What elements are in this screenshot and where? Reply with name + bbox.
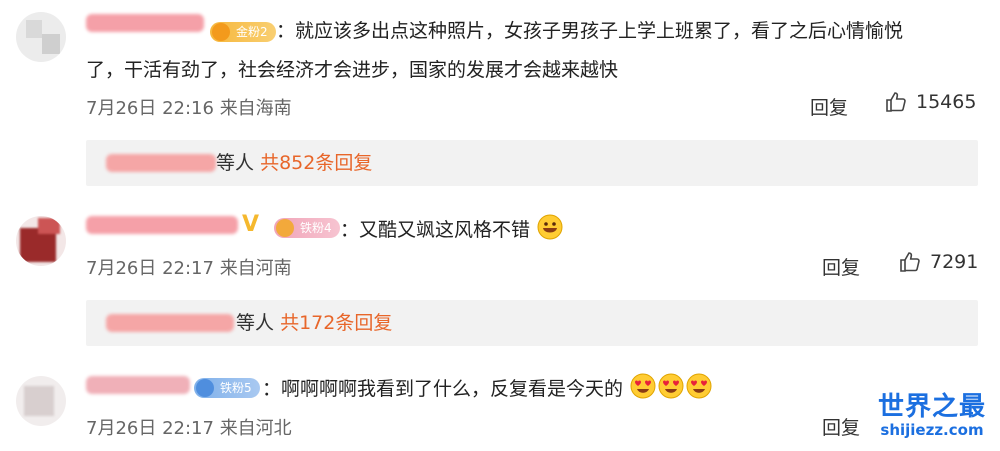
comment-text: ：又酷又飒这风格不错 [340, 213, 564, 245]
site-watermark: 世界之最 shijiezz.com [872, 392, 992, 438]
thumbs-up-icon [886, 92, 906, 112]
grinning-emoji-icon [537, 214, 563, 240]
like-button[interactable]: 7291 [898, 250, 978, 274]
username-blurred[interactable] [86, 216, 238, 234]
fan-badge[interactable]: 铁粉4 [274, 218, 340, 238]
crown-icon [212, 23, 230, 41]
reply-thread[interactable]: 等人 共852条回复 [86, 140, 978, 186]
comment-text: ：啊啊啊啊我看到了什么，反复看是今天的 [262, 372, 713, 404]
timestamp: 7月26日 22:17 来自河南 [86, 258, 292, 279]
timestamp: 7月26日 22:16 来自海南 [86, 98, 292, 119]
reply-usernames-blurred [106, 314, 234, 332]
reply-thread[interactable]: 等人 共172条回复 [86, 300, 978, 346]
reply-usernames-blurred [106, 154, 216, 172]
reply-button[interactable]: 回复 [810, 93, 848, 120]
timestamp: 7月26日 22:17 来自河北 [86, 418, 292, 439]
like-button[interactable]: 15465 [884, 90, 976, 114]
username-blurred[interactable] [86, 14, 204, 32]
reply-count-link[interactable]: 共852条回复 [260, 152, 372, 174]
heart-eyes-emoji-icon [686, 373, 712, 399]
username-blurred[interactable] [86, 376, 190, 394]
crown-icon [196, 379, 214, 397]
avatar[interactable] [16, 12, 66, 62]
verified-v-icon: V [242, 212, 260, 237]
avatar[interactable] [16, 216, 66, 266]
watermark-url: shijiezz.com [880, 421, 984, 439]
reply-count-link[interactable]: 共172条回复 [280, 312, 392, 334]
thumbs-up-icon [900, 252, 920, 272]
watermark-title: 世界之最 [877, 392, 986, 422]
heart-eyes-emoji-icon [630, 373, 656, 399]
crown-icon [276, 219, 294, 237]
fan-badge[interactable]: 铁粉5 [194, 378, 260, 398]
avatar[interactable] [16, 376, 66, 426]
comment-text: ：就应该多出点这种照片，女孩子男孩子上学上班累了，看了之后心情愉悦 [276, 20, 904, 42]
reply-button[interactable]: 回复 [822, 413, 860, 440]
heart-eyes-emoji-icon [658, 373, 684, 399]
comment-text-cont: 了，干活有劲了，社会经济才会进步，国家的发展才会越来越快 [86, 59, 619, 81]
reply-button[interactable]: 回复 [822, 253, 860, 280]
fan-badge[interactable]: 金粉2 [210, 22, 276, 42]
